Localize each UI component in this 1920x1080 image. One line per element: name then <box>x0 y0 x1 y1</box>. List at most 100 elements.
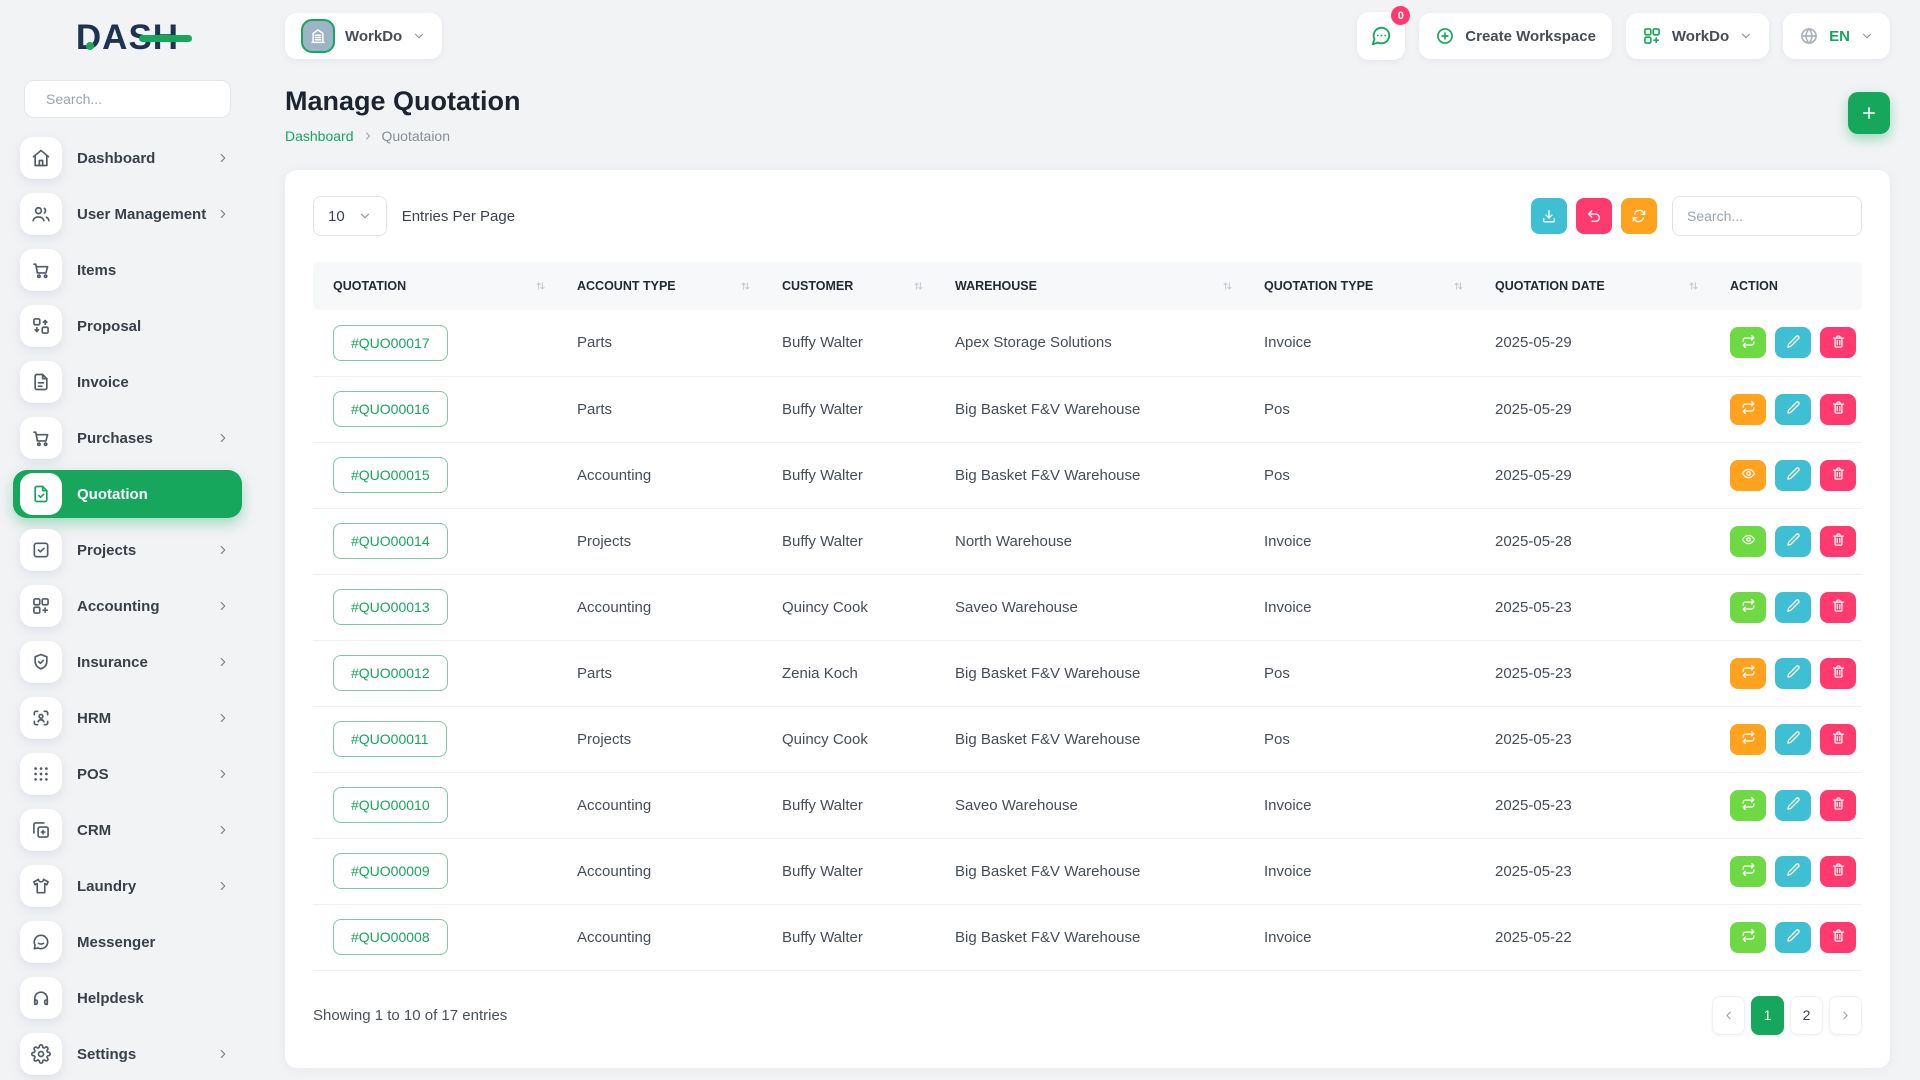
sidebar-search[interactable] <box>24 80 231 118</box>
pagination-page-2[interactable]: 2 <box>1790 996 1823 1035</box>
column-header-account-type[interactable]: ACCOUNT TYPE <box>557 262 762 310</box>
sidebar-item-accounting[interactable]: Accounting <box>13 582 242 630</box>
edit-action-button[interactable] <box>1775 724 1811 755</box>
sidebar-item-settings[interactable]: Settings <box>13 1030 242 1078</box>
pagination-next-button[interactable] <box>1829 996 1862 1035</box>
sidebar-item-purchases[interactable]: Purchases <box>13 414 242 462</box>
app-switcher-button[interactable]: WorkDo <box>1626 13 1769 59</box>
edit-action-button[interactable] <box>1775 922 1811 953</box>
edit-action-button[interactable] <box>1775 790 1811 821</box>
sidebar-item-laundry[interactable]: Laundry <box>13 862 242 910</box>
sort-icon[interactable] <box>534 280 547 293</box>
convert-action-button[interactable] <box>1730 327 1766 358</box>
pagination: 12 <box>1712 996 1862 1035</box>
trash-icon <box>1831 466 1846 484</box>
sort-icon[interactable] <box>1221 280 1234 293</box>
breadcrumb-dashboard-link[interactable]: Dashboard <box>285 128 354 144</box>
column-header-quotation[interactable]: QUOTATION <box>313 262 557 310</box>
quotation-number-pill[interactable]: #QUO00014 <box>333 523 448 559</box>
quotation-number-pill[interactable]: #QUO00015 <box>333 457 448 493</box>
sidebar-item-dashboard[interactable]: Dashboard <box>13 134 242 182</box>
entries-per-page-select[interactable]: 10 <box>313 196 387 236</box>
delete-action-button[interactable] <box>1820 460 1856 491</box>
delete-action-button[interactable] <box>1820 394 1856 425</box>
sort-icon[interactable] <box>912 280 925 293</box>
delete-action-button[interactable] <box>1820 592 1856 623</box>
convert-action-button[interactable] <box>1730 922 1766 953</box>
delete-action-button[interactable] <box>1820 856 1856 887</box>
quotation-number-pill[interactable]: #QUO00009 <box>333 853 448 889</box>
edit-action-button[interactable] <box>1775 592 1811 623</box>
refresh-button[interactable] <box>1621 198 1657 234</box>
sidebar-item-invoice[interactable]: Invoice <box>13 358 242 406</box>
page-title: Manage Quotation <box>285 86 1890 117</box>
delete-action-button[interactable] <box>1820 724 1856 755</box>
table-search-input[interactable] <box>1672 196 1862 236</box>
column-header-quotation-date[interactable]: QUOTATION DATE <box>1475 262 1710 310</box>
quotation-number-pill[interactable]: #QUO00010 <box>333 787 448 823</box>
quotation-date-cell: 2025-05-23 <box>1475 838 1710 904</box>
edit-action-button[interactable] <box>1775 856 1811 887</box>
warehouse-cell: Big Basket F&V Warehouse <box>935 904 1244 970</box>
export-button[interactable] <box>1531 198 1567 234</box>
delete-action-button[interactable] <box>1820 526 1856 557</box>
table-row: #QUO00011 Projects Quincy Cook Big Baske… <box>313 706 1862 772</box>
sidebar-icon-tile <box>20 753 62 795</box>
convert-action-button[interactable] <box>1730 856 1766 887</box>
column-header-quotation-type[interactable]: QUOTATION TYPE <box>1244 262 1475 310</box>
delete-action-button[interactable] <box>1820 327 1856 358</box>
sidebar-item-crm[interactable]: CRM <box>13 806 242 854</box>
sidebar-item-helpdesk[interactable]: Helpdesk <box>13 974 242 1022</box>
sidebar-item-projects[interactable]: Projects <box>13 526 242 574</box>
edit-action-button[interactable] <box>1775 526 1811 557</box>
sidebar-item-label: Purchases <box>77 430 153 447</box>
delete-action-button[interactable] <box>1820 658 1856 689</box>
column-header-warehouse[interactable]: WAREHOUSE <box>935 262 1244 310</box>
repeat-icon <box>1741 664 1756 682</box>
chevron-down-icon <box>412 29 426 43</box>
sort-icon[interactable] <box>1687 280 1700 293</box>
sidebar-item-quotation[interactable]: Quotation <box>13 470 242 518</box>
view-action-button[interactable] <box>1730 460 1766 491</box>
workspace-selector[interactable]: WorkDo <box>285 13 442 59</box>
convert-action-button[interactable] <box>1730 394 1766 425</box>
sidebar-item-insurance[interactable]: Insurance <box>13 638 242 686</box>
language-selector[interactable]: EN <box>1783 13 1890 59</box>
sidebar-icon-tile <box>20 473 62 515</box>
quotation-number-pill[interactable]: #QUO00017 <box>333 325 448 361</box>
sidebar-item-messenger[interactable]: Messenger <box>13 918 242 966</box>
edit-action-button[interactable] <box>1775 460 1811 491</box>
edit-action-button[interactable] <box>1775 658 1811 689</box>
view-action-button[interactable] <box>1730 526 1766 557</box>
convert-action-button[interactable] <box>1730 658 1766 689</box>
quotation-number-pill[interactable]: #QUO00008 <box>333 919 448 955</box>
create-workspace-button[interactable]: Create Workspace <box>1419 13 1612 59</box>
breadcrumb: Dashboard Quotataion <box>285 128 1890 144</box>
convert-action-button[interactable] <box>1730 790 1766 821</box>
quotation-number-pill[interactable]: #QUO00011 <box>333 721 447 757</box>
convert-action-button[interactable] <box>1730 592 1766 623</box>
sidebar-item-pos[interactable]: POS <box>13 750 242 798</box>
quotation-number-pill[interactable]: #QUO00016 <box>333 391 448 427</box>
quotation-number-pill[interactable]: #QUO00012 <box>333 655 448 691</box>
sort-icon[interactable] <box>739 280 752 293</box>
pagination-prev-button[interactable] <box>1712 996 1745 1035</box>
delete-action-button[interactable] <box>1820 790 1856 821</box>
sort-icon[interactable] <box>1452 280 1465 293</box>
sidebar-item-proposal[interactable]: Proposal <box>13 302 242 350</box>
column-header-customer[interactable]: CUSTOMER <box>762 262 935 310</box>
pagination-page-1[interactable]: 1 <box>1751 996 1784 1035</box>
messages-button[interactable]: 0 <box>1357 12 1405 60</box>
sidebar-item-hrm[interactable]: HRM <box>13 694 242 742</box>
undo-button[interactable] <box>1576 198 1612 234</box>
sidebar-search-input[interactable] <box>46 91 218 107</box>
convert-action-button[interactable] <box>1730 724 1766 755</box>
sidebar-item-items[interactable]: Items <box>13 246 242 294</box>
edit-action-button[interactable] <box>1775 327 1811 358</box>
delete-action-button[interactable] <box>1820 922 1856 953</box>
sidebar-item-user-management[interactable]: User Management <box>13 190 242 238</box>
quotation-number-pill[interactable]: #QUO00013 <box>333 589 448 625</box>
add-quotation-button[interactable] <box>1848 92 1890 134</box>
edit-action-button[interactable] <box>1775 394 1811 425</box>
repeat-icon <box>1741 796 1756 814</box>
